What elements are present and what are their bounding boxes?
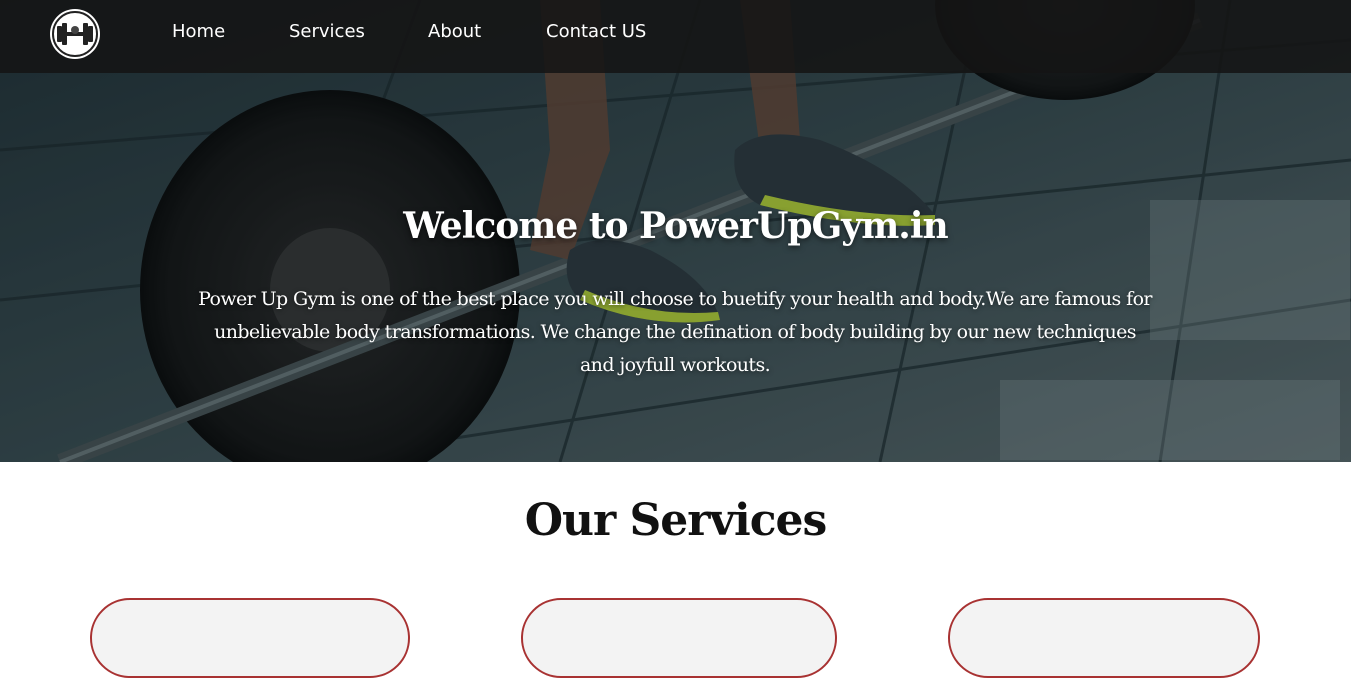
nav-link-home[interactable]: Home [172, 20, 225, 44]
dumbbell-icon [52, 11, 98, 57]
hero-description: Power Up Gym is one of the best place yo… [198, 288, 1152, 376]
nav-link-contact-us[interactable]: Contact US [546, 20, 646, 44]
service-card-3[interactable] [948, 598, 1260, 678]
hero-title: Welcome to PowerUpGym.in [403, 205, 948, 247]
services-title: Our Services [524, 495, 828, 546]
service-card-1[interactable] [90, 598, 410, 678]
nav-link-services[interactable]: Services [289, 20, 365, 44]
navbar: Home Services About Contact US [0, 0, 1351, 73]
logo[interactable] [50, 9, 100, 59]
service-card-2[interactable] [521, 598, 837, 678]
nav-link-about[interactable]: About [428, 20, 481, 44]
